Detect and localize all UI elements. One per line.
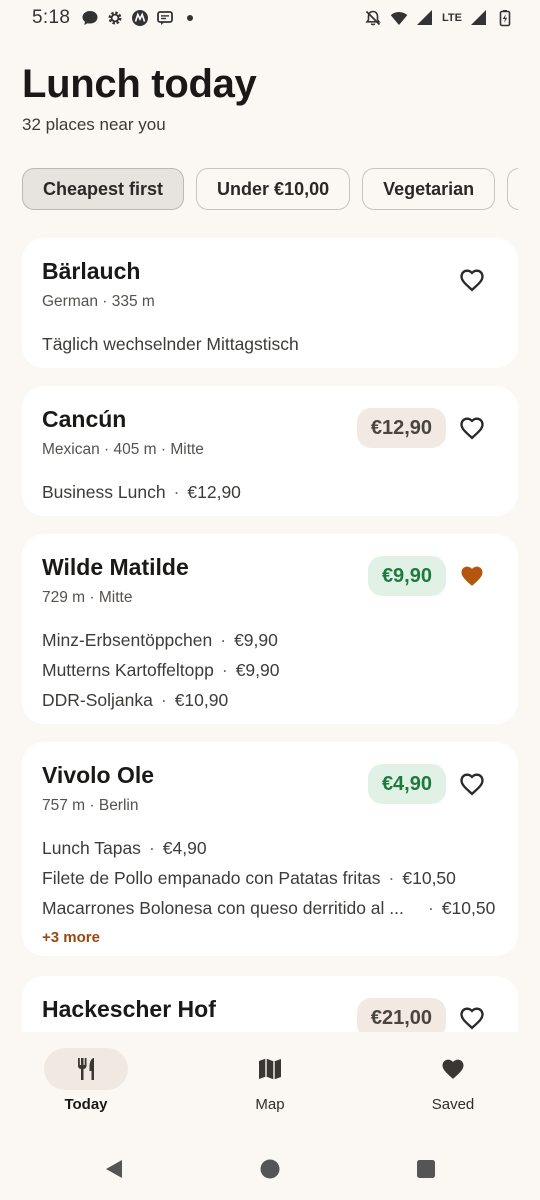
- menu-item: Minz-Erbsentöppchen · €9,90: [42, 630, 278, 650]
- price-badge: €9,90: [367, 556, 446, 596]
- nav-pill: [228, 1048, 312, 1090]
- nav-label: Saved: [431, 1096, 475, 1113]
- restaurant-card[interactable]: Vivolo Ole 757 m · Berlin Lunch Tapas · €4…: [22, 742, 518, 956]
- heart-icon: [442, 1059, 464, 1079]
- home-icon[interactable]: [259, 1158, 281, 1180]
- filter-chip-cheapest-first[interactable]: Cheapest first: [22, 168, 185, 210]
- bell-off-icon: [364, 9, 382, 27]
- heart-outline-icon: [460, 773, 484, 796]
- more-items-link[interactable]: +3 more: [42, 929, 498, 946]
- menu-item-name: Filete de Pollo empanado con Patatas fri…: [42, 868, 381, 888]
- bottom-navigation: Today Map Saved: [0, 1032, 540, 1136]
- restaurant-meta: German · 335 m: [42, 293, 155, 310]
- price-badge: €4,90: [367, 764, 446, 804]
- menu-item-price: €10,50: [441, 898, 496, 918]
- menu-item-price: €12,90: [187, 482, 241, 502]
- menu-item-name: Business Lunch: [42, 482, 166, 502]
- back-icon[interactable]: [103, 1158, 125, 1180]
- menu-item-name: Minz-Erbsentöppchen: [42, 630, 213, 650]
- menu-item-price: €9,90: [234, 630, 278, 650]
- favorite-button[interactable]: [458, 770, 486, 798]
- chat-bubble-icon: [81, 9, 99, 27]
- menu-item-price: €10,50: [402, 868, 456, 888]
- menu-item: Täglich wechselnder Mittagstisch: [42, 329, 498, 359]
- restaurant-name: Bärlauch: [42, 258, 141, 284]
- menu-item-name: Mutterns Kartoffeltopp: [42, 660, 214, 680]
- heart-outline-icon: [460, 269, 484, 292]
- message-icon: [156, 9, 174, 27]
- favorite-button[interactable]: [458, 266, 486, 294]
- restaurant-list[interactable]: Bärlauch German · 335 m Täglich wechseln…: [22, 238, 518, 1032]
- motorola-icon: [131, 9, 149, 27]
- gear-icon: [106, 9, 124, 27]
- favorite-button[interactable]: [458, 414, 486, 442]
- page-title: Lunch today: [22, 62, 257, 106]
- status-right: LTE: [364, 9, 514, 27]
- filter-chip-more[interactable]: V: [507, 168, 518, 210]
- favorite-button[interactable]: [458, 1004, 486, 1032]
- menu-item: Business Lunch · €12,90: [42, 482, 241, 502]
- price-badge: €21,00: [356, 998, 446, 1032]
- menu-item-name: Täglich wechselnder Mittagstisch: [42, 334, 299, 354]
- lte-label: LTE: [442, 12, 462, 24]
- page-subtitle: 32 places near you: [22, 115, 166, 134]
- nav-item-saved[interactable]: Saved: [393, 1048, 513, 1113]
- heart-filled-icon: [461, 566, 483, 586]
- dot-icon: [181, 9, 199, 27]
- restaurant-card[interactable]: Cancún Mexican · 405 m · Mitte Business …: [22, 386, 518, 516]
- favorite-button[interactable]: [458, 562, 486, 590]
- heart-outline-icon: [460, 1007, 484, 1030]
- menu-item-name: Macarrones Bolonesa con queso derritido …: [42, 898, 404, 918]
- menu-items: Täglich wechselnder Mittagstisch: [42, 329, 498, 359]
- nav-label: Today: [64, 1096, 108, 1113]
- map-icon: [259, 1058, 281, 1080]
- status-time: 5:18: [32, 7, 71, 28]
- menu-item: Filete de Pollo empanado con Patatas fri…: [42, 868, 456, 888]
- price-badge: €12,90: [356, 408, 446, 448]
- nav-pill: [411, 1048, 495, 1090]
- system-navigation: [0, 1136, 540, 1200]
- filter-chip-vegetarian[interactable]: Vegetarian: [362, 168, 496, 210]
- fork-knife-icon: [78, 1058, 94, 1080]
- nav-item-today[interactable]: Today: [26, 1048, 146, 1113]
- nav-label: Map: [255, 1096, 285, 1113]
- status-left: 5:18: [32, 7, 199, 29]
- restaurant-card[interactable]: Bärlauch German · 335 m Täglich wechseln…: [22, 238, 518, 368]
- menu-items: Business Lunch · €12,90: [42, 477, 498, 507]
- menu-item: DDR-Soljanka · €10,90: [42, 690, 229, 710]
- nav-pill: [44, 1048, 128, 1090]
- menu-item-price: €9,90: [235, 660, 280, 680]
- wifi-icon: [390, 9, 408, 27]
- signal-icon: [470, 9, 488, 27]
- menu-items: Minz-Erbsentöppchen · €9,90 Mutterns Karto…: [42, 625, 498, 715]
- status-bar: 5:18 LTE: [0, 0, 540, 36]
- recents-icon[interactable]: [415, 1158, 437, 1180]
- restaurant-card[interactable]: Hackescher Hof €21,00: [22, 976, 518, 1032]
- menu-items: Lunch Tapas · €4,90 Filete de Pollo empana…: [42, 833, 498, 923]
- menu-item-name: Lunch Tapas: [42, 838, 141, 858]
- restaurant-card[interactable]: Wilde Matilde 729 m · Mitte Minz-Erbsent…: [22, 534, 518, 724]
- filter-chips: Cheapest first Under €10,00 Vegetarian V: [22, 168, 518, 212]
- menu-item: Macarrones Bolonesa con queso derritido …: [42, 893, 498, 923]
- menu-item: Lunch Tapas · €4,90: [42, 838, 207, 858]
- menu-item-price: €4,90: [162, 838, 207, 858]
- menu-item: Mutterns Kartoffeltopp · €9,90: [42, 660, 280, 680]
- signal-icon: [416, 9, 434, 27]
- menu-item-price: €10,90: [174, 690, 229, 710]
- heart-outline-icon: [460, 417, 484, 440]
- nav-item-map[interactable]: Map: [210, 1048, 330, 1113]
- menu-item-name: DDR-Soljanka: [42, 690, 153, 710]
- filter-chip-under-10[interactable]: Under €10,00: [196, 168, 351, 210]
- battery-charging-icon: [496, 9, 514, 27]
